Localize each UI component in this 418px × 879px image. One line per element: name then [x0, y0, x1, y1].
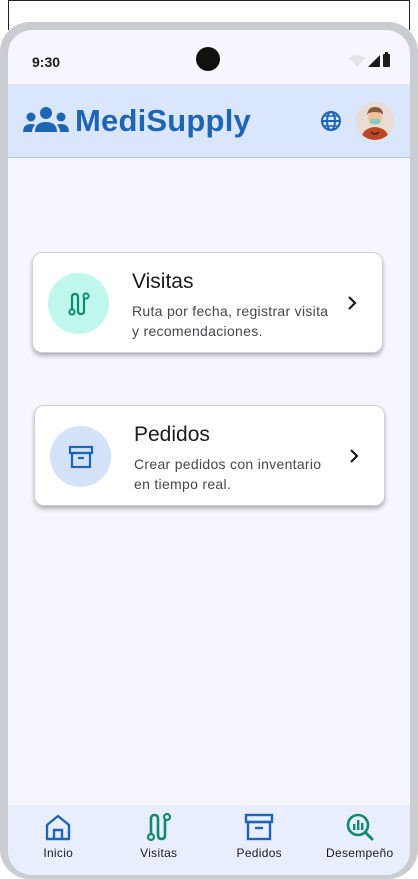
battery-icon	[383, 52, 390, 67]
pedidos-description: Crear pedidos con inventario en tiempo r…	[134, 456, 322, 492]
chevron-right-icon	[350, 449, 359, 463]
nav-label-inicio: Inicio	[43, 846, 74, 860]
nav-label-desempeno: Desempeño	[326, 846, 394, 860]
status-bar: 9:30	[8, 30, 410, 84]
visitas-title: Visitas	[132, 270, 194, 293]
front-camera	[196, 47, 220, 71]
app-title: MediSupply	[75, 103, 251, 138]
nav-item-pedidos[interactable]: Pedidos	[209, 805, 310, 875]
nav-item-visitas[interactable]: Visitas	[109, 805, 210, 875]
pedidos-icon-circle	[50, 426, 111, 487]
nav-item-inicio[interactable]: Inicio	[8, 805, 109, 875]
status-time: 9:30	[32, 54, 61, 70]
signal-icon	[368, 55, 380, 67]
analytics-search-icon	[346, 813, 374, 841]
globe-icon[interactable]	[320, 110, 342, 132]
home-icon	[46, 814, 71, 841]
nav-label-pedidos: Pedidos	[236, 846, 282, 860]
chevron-right-icon	[348, 296, 357, 310]
phone-screen: 9:30 MediSupply Visitas Ruta por fecha, …	[8, 30, 410, 875]
status-icons	[349, 52, 390, 67]
avatar[interactable]	[356, 102, 394, 140]
bottom-navigation: Inicio Visitas Pedidos Desempeño	[8, 805, 410, 875]
nav-item-desempeno[interactable]: Desempeño	[310, 805, 411, 875]
visitas-description: Ruta por fecha, registrar visita y recom…	[132, 303, 329, 339]
route-icon	[146, 812, 171, 842]
doctor-avatar-icon	[356, 102, 394, 140]
route-icon	[67, 291, 90, 316]
visitas-card[interactable]: Visitas Ruta por fecha, registrar visita…	[32, 252, 383, 353]
app-bar: MediSupply	[8, 84, 410, 158]
wifi-icon	[349, 55, 365, 67]
archive-icon	[68, 445, 93, 468]
pedidos-card[interactable]: Pedidos Crear pedidos con inventario en …	[34, 405, 385, 506]
visitas-icon-circle	[48, 273, 109, 334]
group-icon	[23, 107, 69, 132]
archive-icon	[245, 813, 274, 841]
pedidos-title: Pedidos	[134, 423, 210, 446]
nav-label-visitas: Visitas	[140, 846, 178, 860]
phone-frame: 9:30 MediSupply Visitas Ruta por fecha, …	[0, 22, 418, 879]
